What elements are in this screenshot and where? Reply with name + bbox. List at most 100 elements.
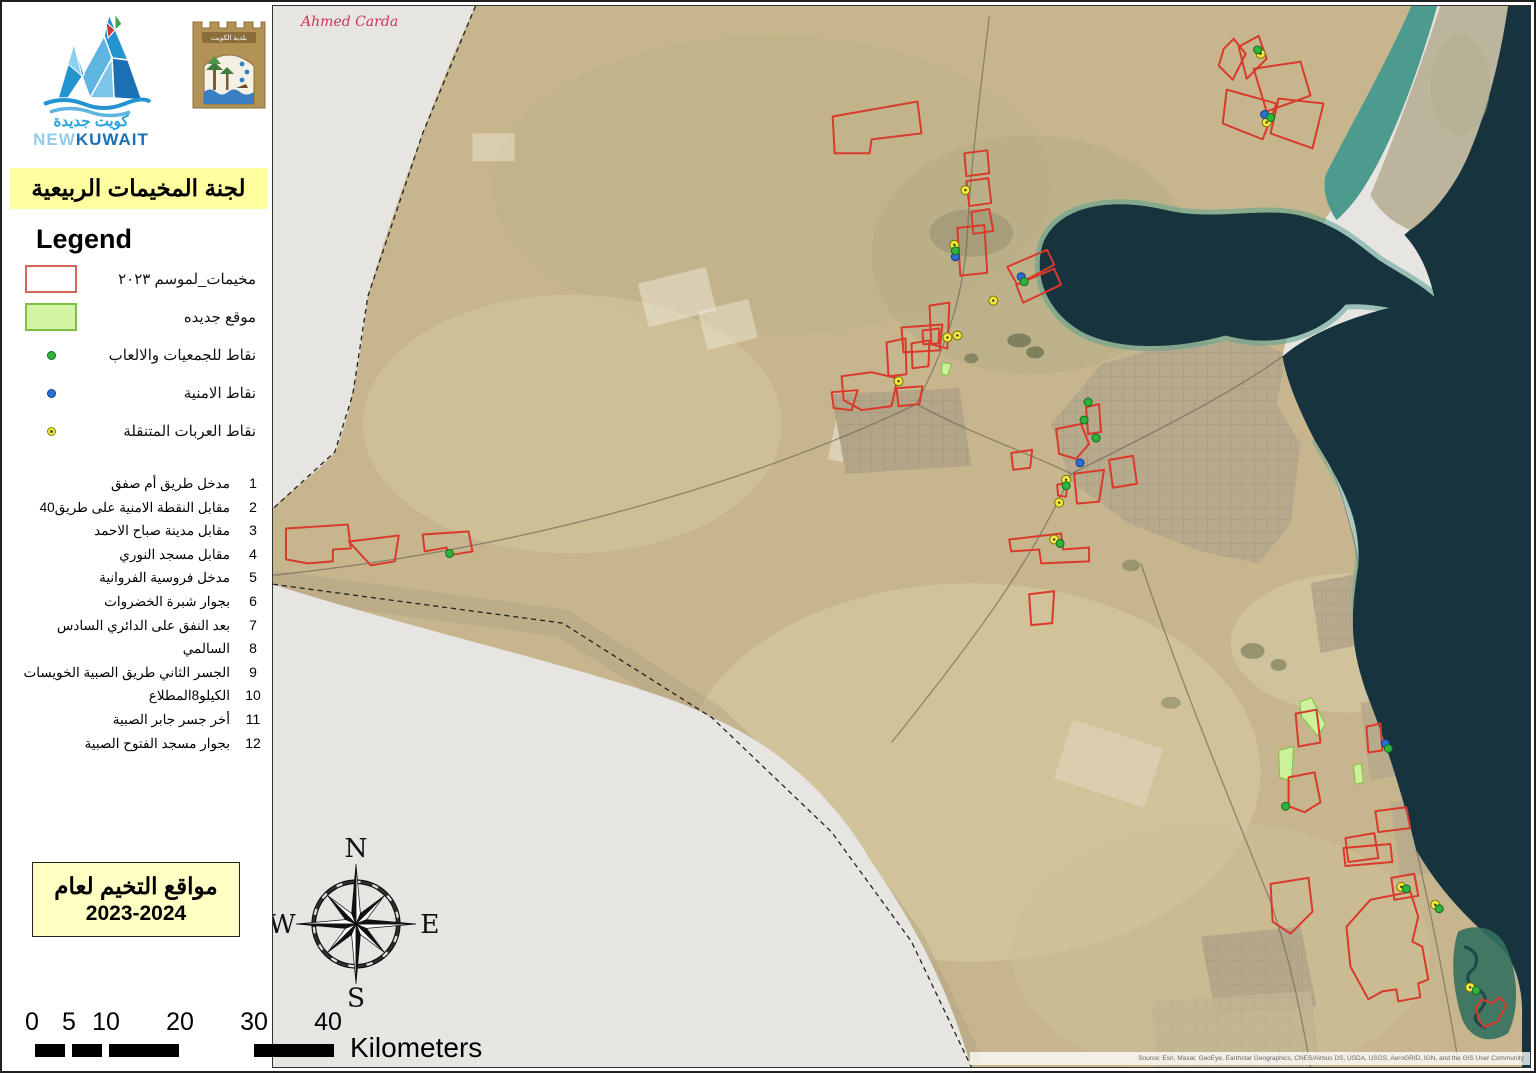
location-label: بجوار شبرة الخضروات [8, 590, 230, 614]
compass-east-label: E [420, 909, 439, 940]
location-label: مدخل طريق أم صفق [8, 472, 230, 496]
location-label: الكيلو8المطلاع [8, 684, 230, 708]
location-item: مقابل مسجد النوري4 [8, 543, 266, 567]
legend-item: موقع جديده [2, 298, 272, 336]
marker-games [1435, 905, 1443, 913]
compass-south-label: S [347, 983, 365, 1012]
marker-mobile-cart-center [897, 380, 899, 382]
location-number: 4 [230, 543, 266, 567]
legend-item-label: نقاط للجمعيات والالعاب [86, 346, 256, 364]
marker-mobile-cart-center [946, 336, 948, 338]
author-signature: Ahmed Carda [301, 14, 398, 30]
legend-item-label: نقاط العربات المتنقلة [86, 422, 256, 440]
location-number: 11 [230, 708, 266, 732]
location-label: بعد النفق على الدائري السادس [8, 614, 230, 638]
location-number: 12 [230, 732, 266, 756]
location-number: 5 [230, 566, 266, 590]
sidebar-panel: كويت جديدة NEWKUWAIT بلدية الكويت [2, 2, 272, 1071]
location-label: مدخل فروسية الفروانية [8, 566, 230, 590]
location-label: الجسر الثاني طريق الصبية الخويسات [8, 661, 230, 685]
location-label: مقابل النقطة الامنية على طريق40 [8, 496, 230, 520]
location-item: بجوار شبرة الخضروات6 [8, 590, 266, 614]
marker-games [1282, 802, 1290, 810]
marker-games [1267, 113, 1275, 121]
kuwait-satellite-map [273, 6, 1530, 1067]
marker-security [1076, 459, 1084, 467]
location-item: مدخل طريق أم صفق1 [8, 472, 266, 496]
location-number: 9 [230, 661, 266, 685]
location-label: بجوار مسجد الفتوح الصبية [8, 732, 230, 756]
legend-items: مخيمات_لموسم ٢٠٢٣ موقع جديده نقاط للجمعيات… [2, 260, 272, 450]
marker-mobile-cart-center [992, 299, 994, 301]
map-attribution: Source: Esri, Maxar, GeoEye, Earthstar G… [970, 1052, 1530, 1065]
location-item: مقابل النقطة الامنية على طريق402 [8, 496, 266, 520]
legend-item: مخيمات_لموسم ٢٠٢٣ [2, 260, 272, 298]
marker-games [1384, 745, 1392, 753]
marker-games [1092, 434, 1100, 442]
marker-games [1254, 46, 1262, 54]
location-item: الجسر الثاني طريق الصبية الخويسات9 [8, 661, 266, 685]
marker-mobile-cart-center [1065, 479, 1067, 481]
location-item: بعد النفق على الدائري السادس7 [8, 614, 266, 638]
marker-mobile-cart-center [1053, 538, 1055, 540]
marker-mobile-cart-center [1469, 986, 1471, 988]
marker-games [1084, 398, 1092, 406]
legend-item: نقاط العربات المتنقلة [2, 412, 272, 450]
municipality-name: بلدية الكويت [211, 34, 247, 42]
marker-games [1472, 986, 1480, 994]
year-box-years: 2023-2024 [35, 902, 237, 926]
marker-mobile-cart-center [1265, 121, 1267, 123]
new-site-polygon [1353, 763, 1363, 784]
bubiyan-texture [1430, 36, 1490, 136]
legend-item-label: نقاط الامنية [86, 384, 256, 402]
location-label: السالمي [8, 637, 230, 661]
location-list: مدخل طريق أم صفق1مقابل النقطة الامنية عل… [8, 472, 266, 755]
location-number: 2 [230, 496, 266, 520]
marker-games [446, 549, 454, 557]
location-item: السالمي8 [8, 637, 266, 661]
location-number: 1 [230, 472, 266, 496]
location-item: الكيلو8المطلاع10 [8, 684, 266, 708]
location-label: أخر جسر جابر الصبية [8, 708, 230, 732]
new-kuwait-arabic: كويت جديدة [53, 113, 129, 130]
marker-games [951, 247, 959, 255]
sailboat-icon [44, 14, 150, 116]
marker-mobile-cart-center [964, 189, 966, 191]
marker-games [1402, 885, 1410, 893]
marker-mobile-cart-center [953, 244, 955, 246]
location-item: مدخل فروسية الفروانية5 [8, 566, 266, 590]
compass-west-label: W [272, 909, 297, 940]
year-box-title: مواقع التخيم لعام [35, 873, 237, 900]
legend-item: نقاط الامنية [2, 374, 272, 412]
legend-swatch-dot-blue [47, 389, 56, 398]
location-item: بجوار مسجد الفتوح الصبية12 [8, 732, 266, 756]
legend-item-label: موقع جديده [86, 308, 256, 326]
legend-swatch-rect-red [25, 265, 77, 293]
legend-swatch-dot-yellow [47, 427, 56, 436]
legend-heading: Legend [36, 224, 132, 255]
location-number: 10 [230, 684, 266, 708]
location-number: 6 [230, 590, 266, 614]
year-box: مواقع التخيم لعام 2023-2024 [32, 862, 240, 937]
location-label: مقابل مدينة صباح الاحمد [8, 519, 230, 543]
location-label: مقابل مسجد النوري [8, 543, 230, 567]
new-kuwait-latin: NEWKUWAIT [33, 130, 149, 149]
location-number: 8 [230, 637, 266, 661]
compass-rose-icon: N E S W [272, 836, 444, 1012]
marker-games [1056, 539, 1064, 547]
page-title: لجنة المخيمات الربيعية [10, 168, 267, 209]
location-item: أخر جسر جابر الصبية11 [8, 708, 266, 732]
kuwait-municipality-logo: بلدية الكويت [190, 8, 268, 110]
location-item: مقابل مدينة صباح الاحمد3 [8, 519, 266, 543]
marker-games [1080, 416, 1088, 424]
location-number: 3 [230, 519, 266, 543]
marker-games [1062, 482, 1070, 490]
logos-row: كويت جديدة NEWKUWAIT بلدية الكويت [16, 8, 268, 158]
compass-north-label: N [344, 836, 367, 864]
new-kuwait-logo: كويت جديدة NEWKUWAIT [16, 8, 166, 156]
map-canvas: Ahmed Carda Source: Esri, Maxar, GeoEye,… [272, 5, 1531, 1068]
legend-swatch-rect-green [25, 303, 77, 331]
legend-swatch-dot-green [47, 351, 56, 360]
legend-item-label: مخيمات_لموسم ٢٠٢٣ [86, 270, 256, 288]
map-document-page: كويت جديدة NEWKUWAIT بلدية الكويت [0, 0, 1536, 1073]
